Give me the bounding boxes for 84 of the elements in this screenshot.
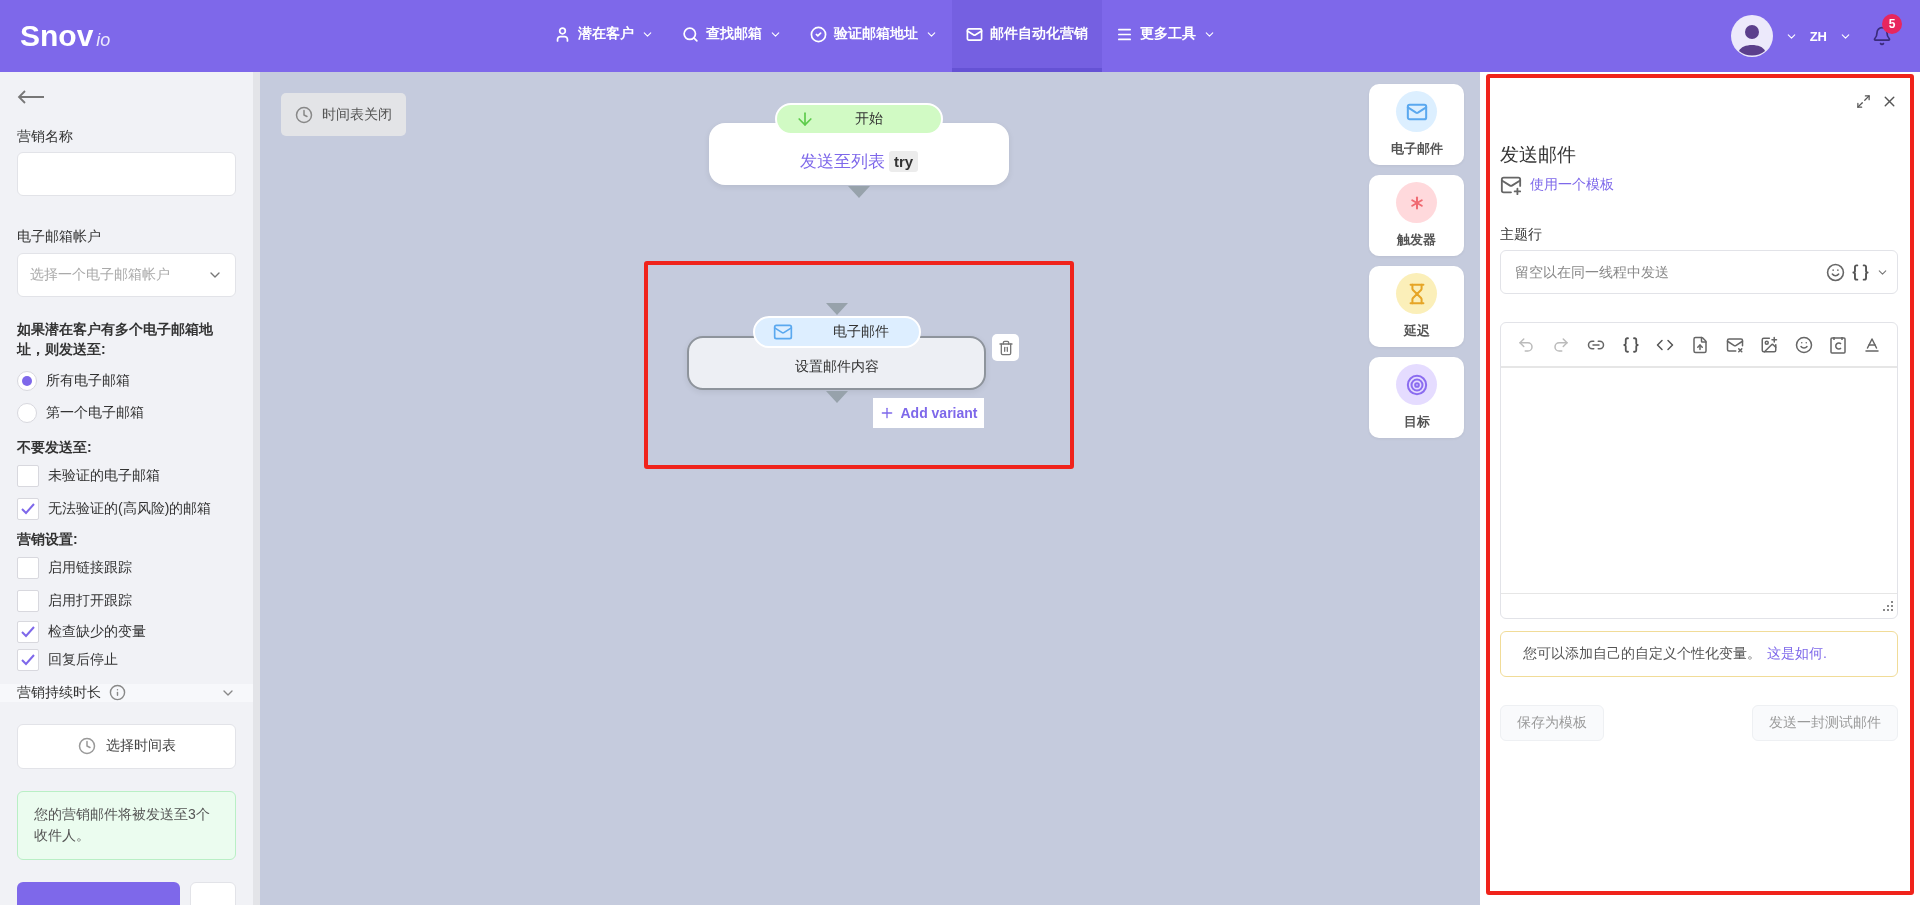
nav-item[interactable]: 更多工具: [1102, 0, 1230, 72]
field-label: 主题行: [1500, 225, 1543, 244]
checkbox[interactable]: [17, 620, 39, 643]
clock-icon: [295, 105, 313, 124]
checkbox[interactable]: [17, 648, 39, 671]
tip-text: 您可以添加自己的自定义个性化变量。: [1523, 645, 1761, 664]
variables-icon[interactable]: [1621, 335, 1640, 354]
search-icon: [682, 25, 699, 43]
nav-item[interactable]: 邮件自动化营销: [952, 0, 1102, 72]
checkbox[interactable]: [17, 498, 39, 520]
expand-icon[interactable]: [1856, 93, 1871, 109]
mail-icon: [966, 25, 983, 43]
step-card[interactable]: 触发器: [1369, 175, 1464, 256]
step-card[interactable]: 电子邮件: [1369, 84, 1464, 165]
mail-remove-icon[interactable]: [1725, 335, 1744, 354]
radio-label: 第一个电子邮箱: [46, 404, 144, 423]
user-icon: [554, 25, 571, 43]
emoji-icon[interactable]: [1795, 335, 1814, 354]
start-badge: 开始: [775, 103, 943, 135]
checkbox-label: 回复后停止: [48, 650, 118, 669]
target-icon: [1405, 373, 1428, 396]
nav-item[interactable]: 潜在客户: [540, 0, 668, 72]
logo: Snovio: [20, 19, 112, 53]
recipients-notice: 您的营销邮件将被发送至3个收件人。: [17, 790, 236, 861]
checkbox-label: 检查缺少的变量: [48, 622, 146, 641]
step-card[interactable]: 目标: [1369, 357, 1464, 438]
scrollbar[interactable]: [253, 72, 260, 905]
add-variant-button[interactable]: Add variant: [873, 398, 984, 428]
nav-item[interactable]: 验证邮箱地址: [796, 0, 952, 72]
trash-icon: [997, 339, 1014, 356]
resize-handle-icon[interactable]: [1883, 601, 1893, 612]
emoji-icon[interactable]: [1826, 262, 1845, 282]
radio-button[interactable]: [17, 371, 37, 392]
template-link[interactable]: 使用一个模板: [1500, 174, 1898, 196]
section-label: 如果潜在客户有多个电子邮箱地址，则发送至:: [17, 319, 214, 359]
section-title: 营销持续时长: [17, 683, 101, 702]
email-account-select[interactable]: 选择一个电子邮箱帐户: [17, 252, 236, 297]
checkbox-label: 启用打开跟踪: [48, 592, 132, 611]
connector-arrow-icon: [826, 391, 848, 403]
checkbox-label: 未验证的电子邮箱: [48, 467, 160, 485]
check-icon: [21, 625, 35, 638]
checkbox[interactable]: [17, 590, 39, 613]
radio-button[interactable]: [17, 403, 37, 424]
check-icon: [21, 503, 35, 515]
checkbox-label: 无法验证的(高风险)的邮箱: [48, 500, 212, 518]
notification-count: 5: [1882, 14, 1902, 34]
section-label: 不要发送至:: [17, 438, 93, 458]
info-icon: [109, 684, 126, 702]
bell-icon: [1872, 26, 1892, 46]
clock-icon: [77, 737, 96, 756]
checkbox[interactable]: [17, 465, 39, 487]
duration-section[interactable]: 营销持续时长: [0, 683, 253, 702]
connector-arrow-icon: [826, 303, 848, 315]
help-link[interactable]: 这是如何.: [1767, 645, 1827, 664]
avatar[interactable]: [1730, 15, 1773, 57]
section-label: 营销设置:: [17, 530, 79, 550]
field-label: 电子邮箱帐户: [17, 227, 102, 247]
checkbox[interactable]: [17, 557, 39, 580]
step-card[interactable]: 延迟: [1369, 266, 1464, 347]
radio-label: 所有电子邮箱: [46, 372, 130, 391]
node-title: 设置邮件内容: [794, 358, 879, 376]
subject-field[interactable]: 留空以在同一线程中发送: [1500, 250, 1898, 295]
back-arrow-icon[interactable]: [17, 90, 45, 104]
node-title: 发送至列表 try: [799, 150, 919, 173]
image-icon[interactable]: [1760, 335, 1779, 354]
checkbox-label: 启用链接跟踪: [48, 559, 132, 578]
check-circle-icon: [810, 25, 827, 43]
envelope-icon: [773, 322, 793, 342]
email-badge: 电子邮件: [753, 316, 921, 348]
check-icon: [21, 653, 35, 666]
schedule-status-tag[interactable]: 时间表关闭: [281, 93, 406, 136]
mail-upload-icon: [1500, 174, 1522, 196]
schedule-button[interactable]: 选择时间表: [17, 723, 236, 769]
nav-item[interactable]: 查找邮箱: [668, 0, 796, 72]
delete-button[interactable]: [992, 334, 1019, 361]
language-selector[interactable]: ZH: [1809, 28, 1827, 44]
file-upload-icon[interactable]: [1690, 335, 1709, 354]
campaign-name-field[interactable]: [17, 152, 236, 197]
connector-arrow-icon: [848, 186, 870, 198]
text-color-icon[interactable]: [1862, 335, 1881, 354]
calendar-icon[interactable]: [1829, 335, 1846, 354]
variables-icon[interactable]: [1851, 262, 1870, 282]
field-label: 营销名称: [17, 127, 74, 146]
panel-title: 发送邮件: [1500, 143, 1577, 167]
